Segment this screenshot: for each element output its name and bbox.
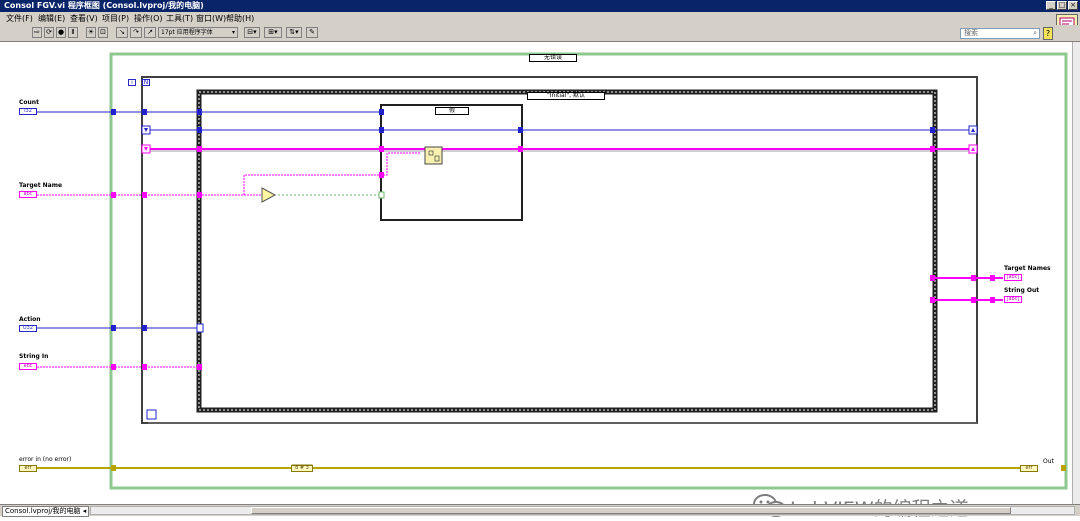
font-selector-label: 17pt 应用程序字体 — [161, 29, 213, 36]
menu-window[interactable]: 窗口(W) — [196, 13, 226, 24]
window-title: Consol FGV.vi 程序框图 (Consol.lvproj/我的电脑) — [4, 1, 204, 10]
minimize-button[interactable]: _ — [1046, 1, 1056, 10]
target-names-indicator[interactable]: [abc] — [1004, 274, 1022, 281]
error-in-control[interactable]: err — [19, 465, 37, 472]
step-into-icon[interactable]: ↘ — [116, 27, 128, 38]
error-in-label: error in (no error) — [19, 456, 72, 463]
project-context[interactable]: Consol.lvproj/我的电脑 ◂ — [2, 506, 90, 517]
target-name-label: Target Name — [19, 182, 63, 189]
maximize-button[interactable]: □ — [1057, 1, 1067, 10]
vertical-scrollbar[interactable] — [1072, 42, 1080, 504]
menu-edit[interactable]: 编辑(E) — [38, 13, 65, 24]
unbundle-node[interactable]: 8 # 3 — [291, 465, 313, 472]
font-selector[interactable]: 17pt 应用程序字体 ▾ — [158, 27, 238, 38]
diagram-canvas — [37, 52, 1068, 490]
step-out-icon[interactable]: ↗ — [144, 27, 156, 38]
menu-help[interactable]: 帮助(H) — [226, 13, 254, 24]
run-arrow-icon[interactable]: ⇨ — [32, 27, 42, 38]
error-case-selector[interactable]: 无错误 — [529, 54, 577, 62]
retain-wire-values-icon[interactable]: ⊡ — [98, 27, 108, 38]
nested-case-selector[interactable]: 假 — [435, 107, 469, 115]
state-case-selector[interactable]: "Initial", 默认 — [527, 92, 605, 100]
abort-icon[interactable]: ● — [56, 27, 66, 38]
count-terminal[interactable]: N — [142, 79, 150, 86]
pause-icon[interactable]: Ⅱ — [68, 27, 78, 38]
nested-case-selector-label: 假 — [448, 107, 455, 114]
menu-tools[interactable]: 工具(T) — [166, 13, 193, 24]
project-context-label: Consol.lvproj/我的电脑 — [5, 507, 81, 515]
target-names-label: Target Names — [1004, 265, 1051, 272]
run-continuously-icon[interactable]: ⟳ — [44, 27, 54, 38]
chevron-down-icon: ▾ — [231, 29, 235, 36]
function-node — [424, 146, 443, 165]
search-placeholder: 搜索 — [964, 29, 978, 37]
align-objects-icon[interactable]: ⊟▾ — [244, 27, 260, 38]
while-loop-frame — [141, 76, 978, 424]
error-case-selector-label: 无错误 — [543, 54, 562, 61]
scrollbar-thumb[interactable] — [251, 507, 1011, 514]
error-out-indicator[interactable]: err — [1020, 465, 1038, 472]
loop-condition — [146, 409, 157, 420]
state-case-selector-label: "Initial", 默认 — [547, 92, 585, 99]
distribute-objects-icon[interactable]: ⊞▾ — [264, 27, 282, 38]
context-help-icon[interactable]: ? — [1043, 27, 1053, 40]
reorder-icon[interactable]: ⇅▾ — [286, 27, 302, 38]
string-out-indicator[interactable]: [abc] — [1004, 296, 1022, 303]
menu-operate[interactable]: 操作(O) — [134, 13, 163, 24]
highlight-execution-icon[interactable]: ☀ — [86, 27, 96, 38]
block-diagram[interactable]: 无错误 "Initial", 默认 假 i N 8 # 3 Count I32 … — [0, 42, 1072, 520]
target-name-control[interactable]: abc — [19, 191, 37, 198]
search-input[interactable]: 搜索 ⌕ — [960, 28, 1040, 39]
count-label: Count — [19, 99, 39, 106]
count-control[interactable]: I32 — [19, 108, 37, 115]
string-in-control[interactable]: abc — [19, 363, 37, 370]
menu-project[interactable]: 项目(P) — [102, 13, 129, 24]
close-button[interactable]: × — [1068, 1, 1078, 10]
string-in-label: String In — [19, 353, 49, 360]
menu-bar: 文件(F) 编辑(E) 查看(V) 项目(P) 操作(O) 工具(T) 窗口(W… — [0, 12, 1080, 25]
status-bar: Consol.lvproj/我的电脑 ◂ — [0, 504, 1080, 517]
clean-up-diagram-icon[interactable]: ✎ — [306, 27, 318, 38]
chevron-left-icon: ◂ — [82, 507, 87, 515]
state-case-frame — [196, 89, 938, 413]
menu-view[interactable]: 查看(V) — [70, 13, 98, 24]
iteration-terminal[interactable]: i — [128, 79, 136, 86]
error-out-label: Out — [1043, 458, 1054, 465]
action-control[interactable]: U32 — [19, 325, 37, 332]
primitive-triangle — [261, 187, 277, 203]
action-label: Action — [19, 316, 41, 323]
search-icon: ⌕ — [1033, 29, 1037, 37]
toolbar: ⇨ ⟳ ● Ⅱ ☀ ⊡ ↘ ↷ ↗ 17pt 应用程序字体 ▾ ⊟▾ ⊞▾ ⇅▾… — [0, 25, 1080, 42]
menu-file[interactable]: 文件(F) — [6, 13, 33, 24]
string-out-label: String Out — [1004, 287, 1040, 294]
title-bar: Consol FGV.vi 程序框图 (Consol.lvproj/我的电脑) … — [0, 0, 1080, 12]
nested-case-frame — [380, 104, 523, 221]
horizontal-scrollbar[interactable] — [90, 506, 1075, 515]
step-over-icon[interactable]: ↷ — [130, 27, 142, 38]
